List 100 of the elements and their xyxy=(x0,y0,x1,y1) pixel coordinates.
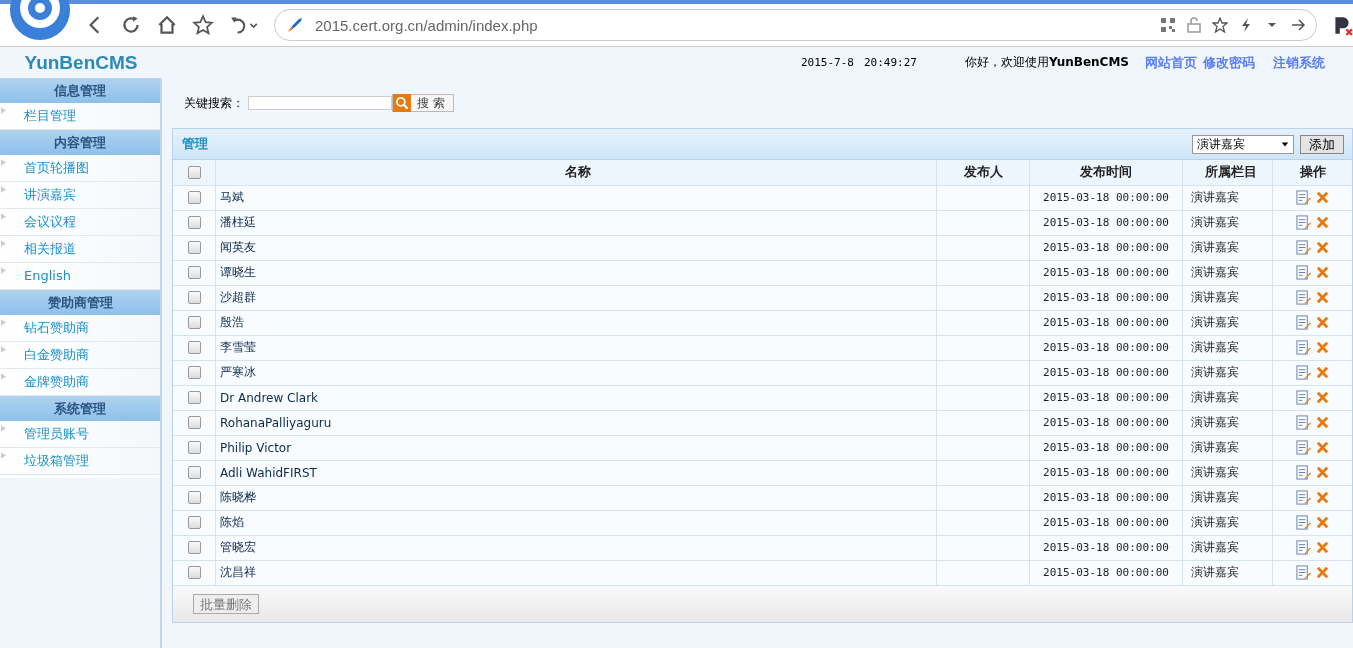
sidebar-item[interactable]: 管理员账号 xyxy=(0,421,160,448)
column-header: 所属栏目 xyxy=(1182,160,1273,185)
delete-icon[interactable] xyxy=(1314,215,1330,230)
checkbox[interactable] xyxy=(187,366,201,379)
sidebar-item[interactable]: 讲演嘉宾 xyxy=(0,182,160,209)
delete-icon[interactable] xyxy=(1314,415,1330,430)
sidebar-item[interactable]: English xyxy=(0,263,160,290)
delete-icon[interactable] xyxy=(1314,440,1330,455)
delete-icon[interactable] xyxy=(1314,340,1330,355)
sidebar-item[interactable]: 首页轮播图 xyxy=(0,155,160,182)
star-icon[interactable] xyxy=(192,14,214,36)
table-cell: Philip Victor xyxy=(215,435,937,460)
checkbox[interactable] xyxy=(187,516,201,529)
edit-icon[interactable] xyxy=(1295,540,1311,555)
edit-icon[interactable] xyxy=(1295,565,1311,580)
welcome-text: 你好，欢迎使用YunBenCMS xyxy=(964,54,1129,71)
search-button[interactable]: 搜 索 xyxy=(392,94,454,112)
table-cell: 2015-03-18 00:00:00 xyxy=(1029,310,1183,335)
sidebar-item[interactable]: 钻石赞助商 xyxy=(0,315,160,342)
sidebar-section-title: 系统管理 xyxy=(0,396,160,421)
table-cell: 闻英友 xyxy=(215,235,937,260)
add-button[interactable]: 添加 xyxy=(1300,134,1344,154)
checkbox[interactable] xyxy=(187,291,201,304)
checkbox[interactable] xyxy=(187,165,201,179)
edit-icon[interactable] xyxy=(1295,365,1311,380)
edit-icon[interactable] xyxy=(1295,265,1311,280)
delete-icon[interactable] xyxy=(1314,465,1330,480)
table-cell: 2015-03-18 00:00:00 xyxy=(1029,485,1183,510)
sidebar-item[interactable]: 金牌赞助商 xyxy=(0,369,160,396)
table-cell: Adli WahidFIRST xyxy=(215,460,937,485)
table-cell: 演讲嘉宾 xyxy=(1182,485,1273,510)
delete-icon[interactable] xyxy=(1314,565,1330,580)
checkbox[interactable] xyxy=(187,441,201,454)
sidebar-item[interactable]: 会议议程 xyxy=(0,209,160,236)
search-icon xyxy=(393,94,411,112)
star-icon[interactable] xyxy=(1212,17,1228,33)
delete-icon[interactable] xyxy=(1314,265,1330,280)
batch-delete-button[interactable]: 批量删除 xyxy=(193,593,259,614)
home-icon[interactable] xyxy=(156,14,178,36)
edit-icon[interactable] xyxy=(1295,415,1311,430)
search-field[interactable] xyxy=(248,96,392,110)
lock-icon[interactable] xyxy=(1186,17,1202,33)
checkbox[interactable] xyxy=(187,316,201,329)
header-link[interactable]: 网站首页 xyxy=(1145,53,1197,72)
table-cell: 2015-03-18 00:00:00 xyxy=(1029,335,1183,360)
sidebar-item[interactable]: 相关报道 xyxy=(0,236,160,263)
table-cell: 2015-03-18 00:00:00 xyxy=(1029,185,1183,210)
edit-icon[interactable] xyxy=(1295,465,1311,480)
delete-icon[interactable] xyxy=(1314,365,1330,380)
checkbox[interactable] xyxy=(187,191,201,204)
table-cell: 2015-03-18 00:00:00 xyxy=(1029,460,1183,485)
edit-icon[interactable] xyxy=(1295,215,1311,230)
checkbox[interactable] xyxy=(187,566,201,579)
checkbox[interactable] xyxy=(187,541,201,554)
delete-icon[interactable] xyxy=(1314,190,1330,205)
qr-code-icon[interactable] xyxy=(1160,17,1176,33)
edit-icon[interactable] xyxy=(1295,390,1311,405)
table-cell: RohanaPalliyaguru xyxy=(215,410,937,435)
edit-icon[interactable] xyxy=(1295,515,1311,530)
table-cell: 陈晓桦 xyxy=(215,485,937,510)
checkbox[interactable] xyxy=(187,391,201,404)
table-cell: 谭晓生 xyxy=(215,260,937,285)
checkbox[interactable] xyxy=(187,491,201,504)
edit-icon[interactable] xyxy=(1295,240,1311,255)
delete-icon[interactable] xyxy=(1314,290,1330,305)
checkbox[interactable] xyxy=(187,216,201,229)
table-cell: 2015-03-18 00:00:00 xyxy=(1029,510,1183,535)
triangle-icon xyxy=(1,159,6,166)
edit-icon[interactable] xyxy=(1295,490,1311,505)
header-link[interactable]: 注销系统 xyxy=(1273,53,1325,72)
edit-icon[interactable] xyxy=(1295,290,1311,305)
sidebar-item[interactable]: 白金赞助商 xyxy=(0,342,160,369)
delete-icon[interactable] xyxy=(1314,515,1330,530)
sidebar-item[interactable]: 垃圾箱管理 xyxy=(0,448,160,475)
browser-logo-icon[interactable] xyxy=(10,0,70,40)
url-text: 2015.cert.org.cn/admin/index.php xyxy=(315,16,538,34)
checkbox[interactable] xyxy=(187,241,201,254)
triangle-icon xyxy=(1,452,6,459)
delete-icon[interactable] xyxy=(1314,315,1330,330)
delete-icon[interactable] xyxy=(1314,540,1330,555)
delete-icon[interactable] xyxy=(1314,240,1330,255)
delete-icon[interactable] xyxy=(1314,490,1330,505)
checkbox[interactable] xyxy=(187,466,201,479)
header-link[interactable]: 修改密码 xyxy=(1203,53,1255,72)
dropdown-caret-icon xyxy=(1281,140,1289,148)
edit-icon[interactable] xyxy=(1295,315,1311,330)
edit-icon[interactable] xyxy=(1295,340,1311,355)
delete-icon[interactable] xyxy=(1314,390,1330,405)
checkbox[interactable] xyxy=(187,416,201,429)
checkbox[interactable] xyxy=(187,341,201,354)
go-arrow-icon[interactable] xyxy=(1290,17,1306,33)
checkbox[interactable] xyxy=(187,266,201,279)
reload-icon[interactable] xyxy=(120,14,142,36)
edit-icon[interactable] xyxy=(1295,440,1311,455)
table-cell: 陈焰 xyxy=(215,510,937,535)
sidebar-item[interactable]: 栏目管理 xyxy=(0,103,160,130)
category-select[interactable]: 演讲嘉宾 xyxy=(1192,134,1294,154)
table-cell: 2015-03-18 00:00:00 xyxy=(1029,235,1183,260)
edit-icon[interactable] xyxy=(1295,190,1311,205)
table-cell: 演讲嘉宾 xyxy=(1182,210,1273,235)
